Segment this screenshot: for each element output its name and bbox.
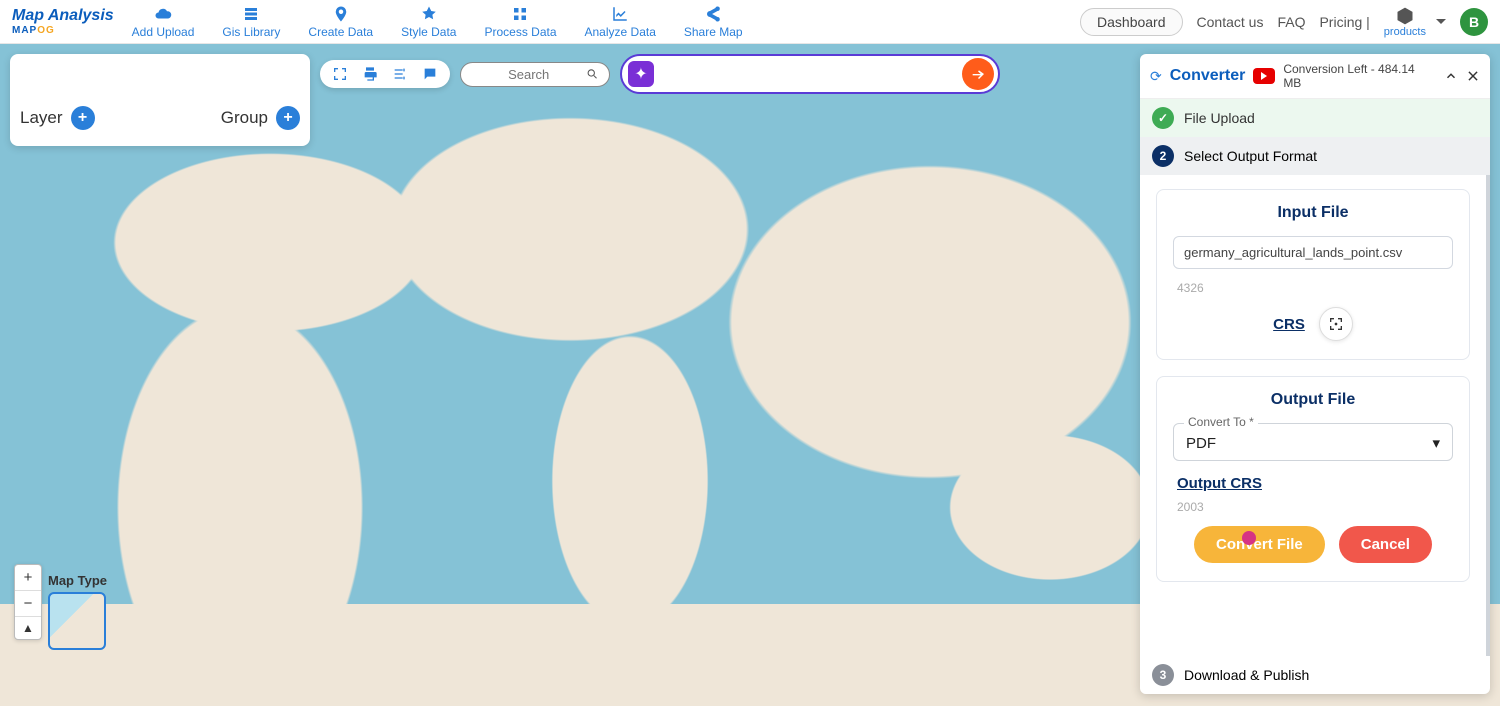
output-file-heading: Output File <box>1173 391 1453 409</box>
conversion-left: Conversion Left - 484.14 MB <box>1283 62 1436 90</box>
avatar[interactable]: B <box>1460 8 1488 36</box>
chevron-up-icon[interactable] <box>1444 69 1458 83</box>
contact-link[interactable]: Contact us <box>1197 14 1264 30</box>
cancel-button[interactable]: Cancel <box>1339 526 1432 563</box>
chevron-down-icon[interactable] <box>1436 19 1446 29</box>
search-icon <box>586 67 599 81</box>
nav-right: Dashboard Contact us FAQ Pricing | produ… <box>1080 6 1488 38</box>
ai-go-button[interactable] <box>962 58 994 90</box>
pin-icon <box>332 5 350 23</box>
brand[interactable]: Map Analysis MAPOG <box>12 7 114 36</box>
arrow-right-icon <box>970 66 986 82</box>
check-icon: ✓ <box>1152 107 1174 129</box>
input-filename: germany_agricultural_lands_point.csv <box>1173 236 1453 269</box>
converter-body: Input File germany_agricultural_lands_po… <box>1140 175 1490 656</box>
map-search[interactable] <box>460 62 610 87</box>
style-icon <box>420 5 438 23</box>
convert-to-value: PDF <box>1186 435 1216 452</box>
top-nav: Map Analysis MAPOG Add Upload Gis Librar… <box>0 0 1500 44</box>
map-toolbar: ✦ <box>320 54 1000 94</box>
pricing-link[interactable]: Pricing | <box>1319 14 1369 30</box>
output-file-card: Output File Convert To * PDF ▾ Output CR… <box>1156 376 1470 582</box>
youtube-icon[interactable] <box>1253 68 1275 84</box>
zoom-out-button[interactable]: − <box>15 591 41 617</box>
cursor-indicator <box>1242 531 1256 545</box>
library-icon <box>242 5 260 23</box>
input-file-card: Input File germany_agricultural_lands_po… <box>1156 189 1470 360</box>
converter-title: Converter <box>1170 67 1246 85</box>
search-input[interactable] <box>471 67 586 82</box>
converter-header: ⟳ Converter Conversion Left - 484.14 MB <box>1140 54 1490 99</box>
layer-panel: Layer + Group + <box>10 54 310 146</box>
zoom-in-button[interactable]: + <box>15 565 41 591</box>
add-group-button[interactable]: + <box>276 106 300 130</box>
target-icon <box>1328 316 1344 332</box>
refresh-icon[interactable]: ⟳ <box>1150 68 1162 85</box>
nav-add-upload[interactable]: Add Upload <box>132 5 195 39</box>
convert-to-select[interactable]: Convert To * PDF ▾ <box>1173 423 1453 461</box>
settings-icon[interactable] <box>392 66 408 82</box>
crop-icon[interactable] <box>332 66 348 82</box>
share-icon <box>704 5 722 23</box>
layer-label: Layer <box>20 108 63 128</box>
step-output-format[interactable]: 2 Select Output Format <box>1140 137 1490 175</box>
cube-icon <box>1395 6 1415 26</box>
map-type-thumb[interactable] <box>48 592 106 650</box>
nav-items: Add Upload Gis Library Create Data Style… <box>132 5 743 39</box>
dashboard-button[interactable]: Dashboard <box>1080 8 1183 36</box>
output-crs-code: 2003 <box>1173 498 1453 520</box>
layer-search[interactable] <box>20 62 300 82</box>
ai-bar[interactable]: ✦ <box>620 54 1000 94</box>
cloud-upload-icon <box>154 5 172 23</box>
map-type: Map Type <box>48 573 107 650</box>
crs-target-button[interactable] <box>1319 307 1353 341</box>
faq-link[interactable]: FAQ <box>1277 14 1305 30</box>
converter-panel: ⟳ Converter Conversion Left - 484.14 MB … <box>1140 54 1490 694</box>
convert-file-button[interactable]: Convert File <box>1194 526 1325 563</box>
zoom-controls: + − ▲ <box>14 564 42 640</box>
convert-to-label: Convert To * <box>1184 415 1258 429</box>
step-2-chip: 2 <box>1152 145 1174 167</box>
nav-process-data[interactable]: Process Data <box>484 5 556 39</box>
output-crs-link[interactable]: Output CRS <box>1177 475 1262 492</box>
group-label: Group <box>221 108 268 128</box>
process-icon <box>511 5 529 23</box>
analyze-icon <box>611 5 629 23</box>
crs-link[interactable]: CRS <box>1273 316 1305 333</box>
input-crs-code: 4326 <box>1173 279 1453 301</box>
tool-pill <box>320 60 450 88</box>
input-file-heading: Input File <box>1173 204 1453 222</box>
map-type-label: Map Type <box>48 573 107 588</box>
nav-gis-library[interactable]: Gis Library <box>222 5 280 39</box>
nav-style-data[interactable]: Style Data <box>401 5 456 39</box>
add-layer-button[interactable]: + <box>71 106 95 130</box>
comment-icon[interactable] <box>422 66 438 82</box>
step-download-publish[interactable]: 3 Download & Publish <box>1140 656 1490 694</box>
chevron-down-icon: ▾ <box>1432 434 1440 452</box>
nav-create-data[interactable]: Create Data <box>308 5 373 39</box>
step-3-chip: 3 <box>1152 664 1174 686</box>
north-button[interactable]: ▲ <box>15 617 41 639</box>
brand-subtitle: MAPOG <box>12 25 114 36</box>
nav-share-map[interactable]: Share Map <box>684 5 743 39</box>
brand-title: Map Analysis <box>12 7 114 25</box>
products-menu[interactable]: products <box>1384 6 1426 38</box>
ai-sparkle-button[interactable]: ✦ <box>628 61 654 87</box>
nav-analyze-data[interactable]: Analyze Data <box>585 5 656 39</box>
close-icon[interactable] <box>1466 69 1480 83</box>
step-file-upload[interactable]: ✓ File Upload <box>1140 99 1490 137</box>
print-icon[interactable] <box>362 66 378 82</box>
